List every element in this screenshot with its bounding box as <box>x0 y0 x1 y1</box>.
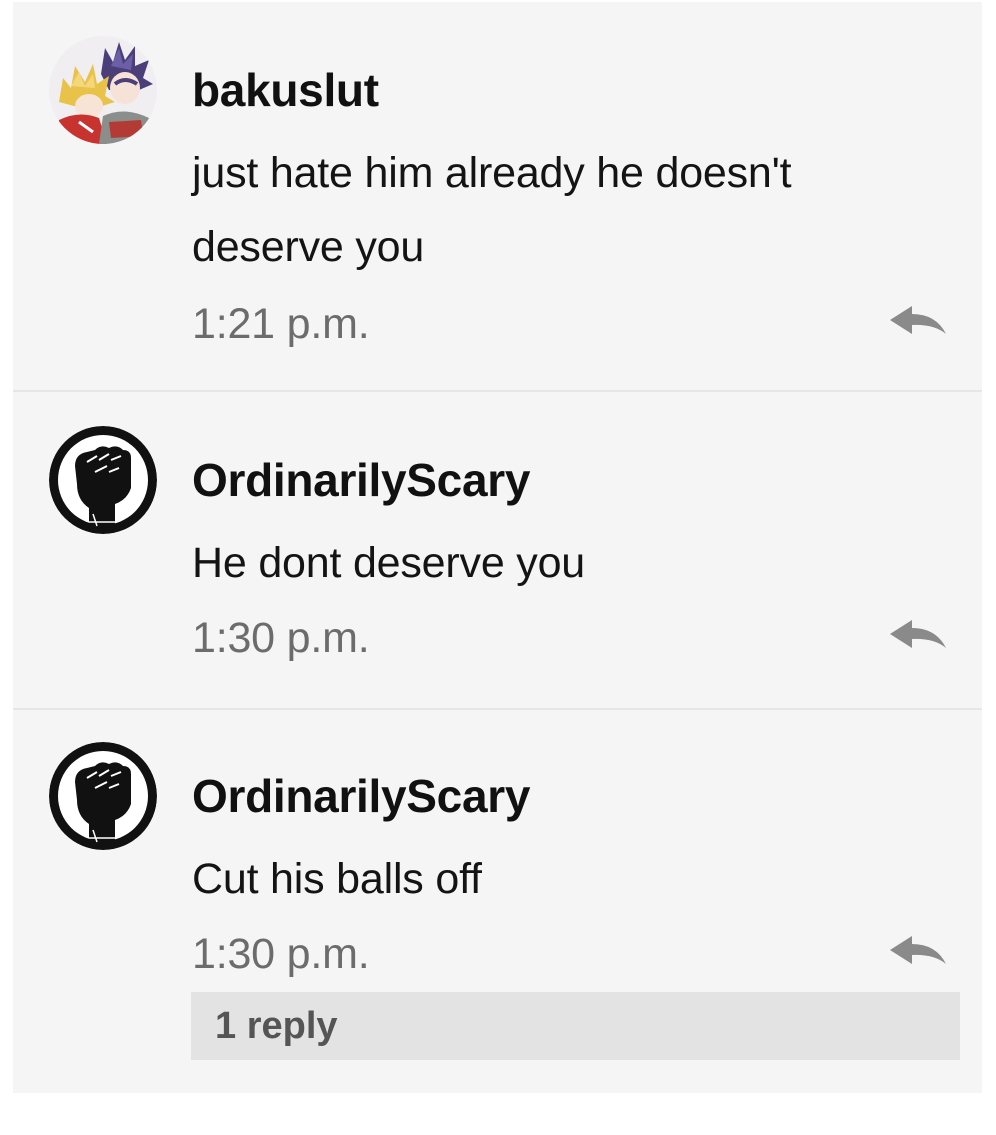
user-avatar[interactable] <box>49 426 157 534</box>
comment-timestamp: 1:30 p.m. <box>192 614 370 662</box>
raised-fist-avatar-icon <box>49 742 157 850</box>
user-avatar[interactable] <box>49 36 157 144</box>
anime-characters-avatar-icon <box>49 36 157 144</box>
user-avatar[interactable] <box>49 742 157 850</box>
comment-thread: bakuslut just hate him already he doesn'… <box>13 2 982 1093</box>
comment-username[interactable]: OrdinarilyScary <box>192 769 530 823</box>
comment-text-line: Cut his balls off <box>192 855 482 903</box>
comment-timestamp: 1:30 p.m. <box>192 930 370 978</box>
comment-username[interactable]: bakuslut <box>192 63 379 117</box>
reply-arrow-icon[interactable] <box>888 618 948 654</box>
comment-text-line: just hate him already he doesn't <box>192 149 792 197</box>
raised-fist-avatar-icon <box>49 426 157 534</box>
comment-timestamp: 1:21 p.m. <box>192 300 370 348</box>
comment-divider <box>13 390 982 392</box>
reply-arrow-icon[interactable] <box>888 304 948 340</box>
view-replies-button[interactable]: 1 reply <box>191 992 960 1060</box>
comment-divider <box>13 708 982 710</box>
reply-arrow-icon[interactable] <box>888 934 948 970</box>
replies-count-label: 1 reply <box>215 1005 338 1047</box>
comment-username[interactable]: OrdinarilyScary <box>192 453 530 507</box>
comment-text-line: He dont deserve you <box>192 539 586 587</box>
comment-text-line: deserve you <box>192 223 425 271</box>
